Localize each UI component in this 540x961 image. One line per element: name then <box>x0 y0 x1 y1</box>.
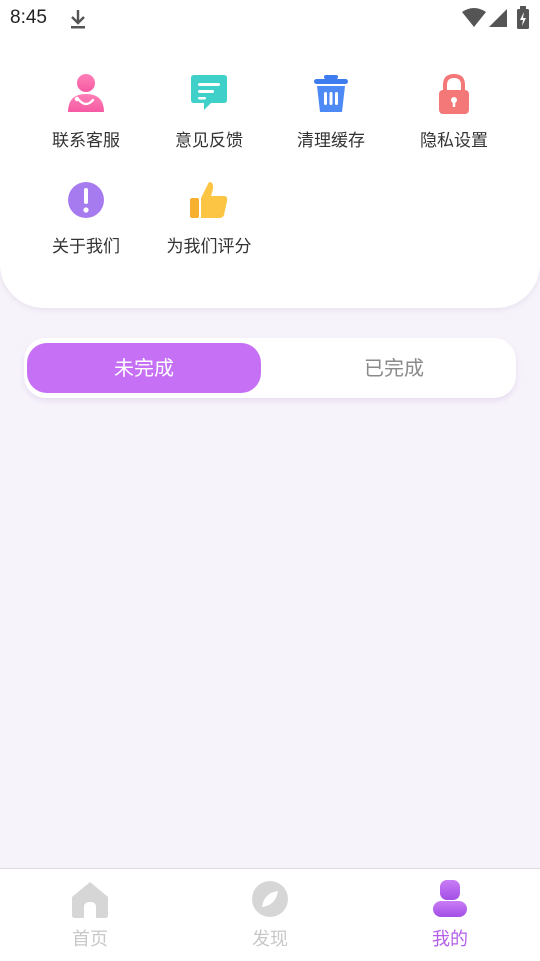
menu-label: 联系客服 <box>52 131 120 151</box>
menu-item-about-us[interactable]: 关于我们 <box>24 178 148 257</box>
nav-item-mine[interactable]: 我的 <box>390 879 510 951</box>
nav-item-home[interactable]: 首页 <box>30 879 150 951</box>
nav-label: 首页 <box>72 929 108 950</box>
tab-incomplete[interactable]: 未完成 <box>27 343 261 393</box>
tab-completed[interactable]: 已完成 <box>274 343 514 393</box>
info-icon <box>68 182 104 218</box>
home-icon <box>72 882 108 918</box>
menu-label: 关于我们 <box>52 237 120 257</box>
menu-label: 为我们评分 <box>166 237 252 257</box>
user-icon <box>433 880 467 917</box>
thumbs-up-icon <box>190 182 228 218</box>
status-time: 8:45 <box>10 7 47 28</box>
feedback-icon <box>191 75 227 110</box>
lock-icon <box>439 73 469 114</box>
trash-icon <box>314 75 348 112</box>
menu-label: 意见反馈 <box>175 131 243 151</box>
nav-label: 我的 <box>432 929 468 950</box>
menu-label: 隐私设置 <box>420 131 488 151</box>
menu-item-privacy-settings[interactable]: 隐私设置 <box>392 72 516 151</box>
signal-icon <box>489 9 507 27</box>
customer-service-icon <box>68 74 104 112</box>
menu-label: 清理缓存 <box>297 131 365 151</box>
bottom-nav: 首页 发现 我的 <box>0 868 540 961</box>
settings-card: 8:45 联系客服 意见反馈 清理缓存 隐私设置 关于我们 为我们评分 <box>0 0 540 308</box>
nav-label: 发现 <box>252 929 288 950</box>
status-bar: 8:45 <box>0 0 540 36</box>
menu-item-contact-service[interactable]: 联系客服 <box>24 72 148 151</box>
battery-icon <box>517 6 529 29</box>
nav-item-discover[interactable]: 发现 <box>210 879 330 951</box>
menu-item-feedback[interactable]: 意见反馈 <box>147 72 271 151</box>
download-icon <box>71 10 85 29</box>
compass-icon <box>252 881 288 917</box>
menu-item-clear-cache[interactable]: 清理缓存 <box>269 72 393 151</box>
menu-item-rate-us[interactable]: 为我们评分 <box>147 178 271 257</box>
status-tabs: 未完成 已完成 <box>24 338 516 398</box>
wifi-icon <box>462 8 486 27</box>
